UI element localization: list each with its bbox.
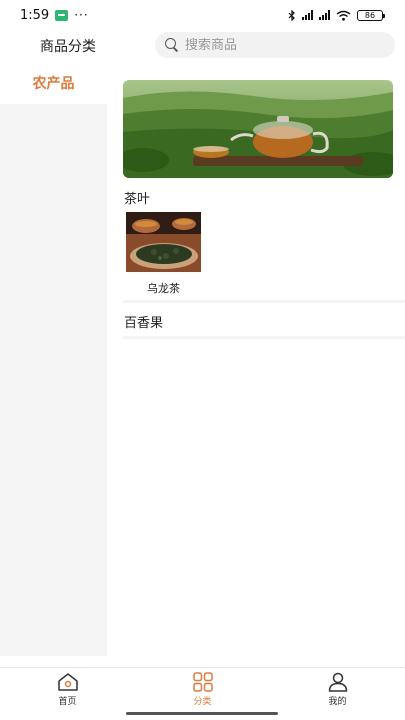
oolong-tea-thumbnail (126, 212, 201, 272)
status-bar-left: 1:59 ··· (20, 8, 89, 23)
bluetooth-icon (288, 9, 295, 21)
home-icon (57, 673, 78, 691)
category-banner-image[interactable] (123, 80, 393, 178)
category-grid-icon (192, 672, 213, 692)
wifi-icon (336, 10, 351, 21)
category-content: 茶叶 乌龙茶 百香果 (107, 62, 405, 656)
status-time: 1:59 (20, 7, 50, 23)
tab-label: 我的 (328, 697, 347, 707)
section-divider (123, 300, 405, 303)
signal-2-icon (319, 10, 330, 20)
sidebar-item-label: 农产品 (32, 76, 75, 92)
home-indicator[interactable] (126, 712, 278, 715)
product-image-oolong-tea[interactable] (126, 212, 201, 272)
section-title-tea: 茶叶 (124, 192, 151, 207)
search-input[interactable] (185, 37, 365, 53)
category-sidebar: 农产品 (0, 62, 107, 656)
product-label-oolong-tea[interactable]: 乌龙茶 (126, 280, 201, 296)
user-icon (328, 672, 347, 692)
search-bar[interactable] (155, 32, 395, 58)
header: 商品分类 (0, 30, 405, 62)
search-icon (165, 38, 179, 52)
tab-label: 分类 (193, 697, 212, 707)
page-title: 商品分类 (40, 39, 96, 55)
tab-home[interactable]: 首页 (0, 668, 135, 720)
battery-icon: 86 (357, 9, 385, 21)
tea-banner-illustration (123, 80, 393, 178)
more-notifications-icon: ··· (74, 8, 89, 22)
sidebar-item-agricultural-products[interactable]: 农产品 (0, 62, 107, 104)
status-bar: 1:59 ··· 86 (0, 0, 405, 30)
signal-1-icon (302, 10, 313, 20)
tab-label: 首页 (58, 697, 77, 707)
section-title-passion-fruit[interactable]: 百香果 (124, 312, 163, 331)
section-divider (123, 336, 405, 339)
status-bar-right: 86 (288, 9, 385, 21)
app-notification-icon (55, 9, 69, 21)
tab-profile[interactable]: 我的 (270, 668, 405, 720)
